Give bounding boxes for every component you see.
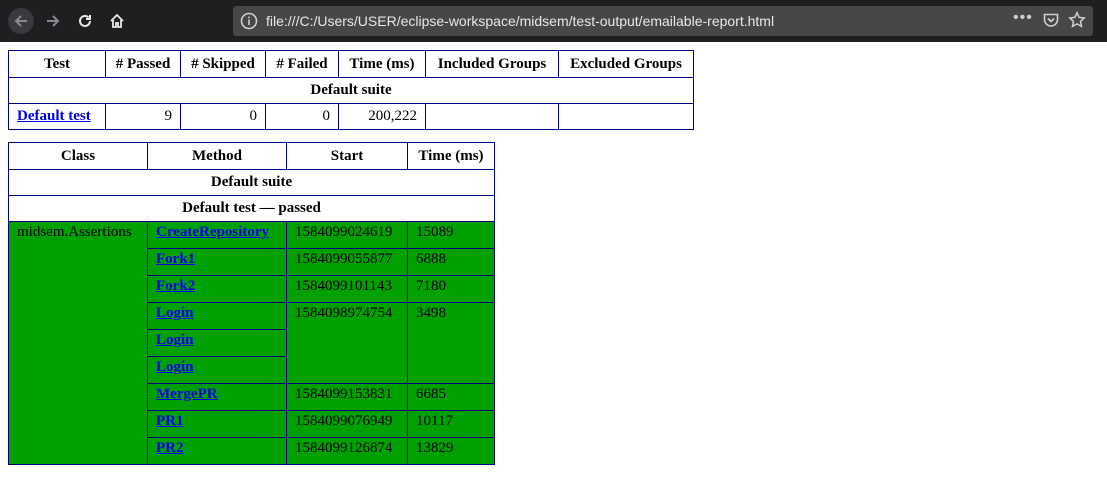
reload-button[interactable] <box>72 8 98 34</box>
excluded-groups <box>558 103 694 130</box>
info-icon <box>240 12 258 30</box>
start-time: 1584099055877 <box>286 248 408 276</box>
summary-row: Default test 9 0 0 200,222 <box>8 103 694 130</box>
method-cell: Login <box>147 329 287 357</box>
header-method: Method <box>147 142 287 170</box>
url-text[interactable]: file:///C:/Users/USER/eclipse-workspace/… <box>266 13 774 29</box>
start-time: 1584099126874 <box>286 437 408 465</box>
total-time: 200,222 <box>338 103 426 130</box>
star-icon <box>1068 11 1086 28</box>
pocket-button[interactable] <box>1042 11 1060 34</box>
header-test: Test <box>8 50 106 78</box>
skipped-count: 0 <box>180 103 266 130</box>
method-cell: CreateRepository <box>147 221 287 249</box>
method-cell: PR1 <box>147 410 287 438</box>
home-icon <box>110 13 124 28</box>
header-included-groups: Included Groups <box>425 50 559 78</box>
suite-row: Default suite <box>8 77 694 104</box>
report-page: Test # Passed # Skipped # Failed Time (m… <box>0 42 1107 480</box>
url-bar[interactable]: file:///C:/Users/USER/eclipse-workspace/… <box>233 6 1093 36</box>
forward-icon <box>47 15 60 27</box>
method-link[interactable]: CreateRepository <box>156 224 269 240</box>
class-name: midsem.Assertions <box>8 221 148 465</box>
start-time: 1584099076949 <box>286 410 408 438</box>
header-skipped: # Skipped <box>180 50 266 78</box>
more-icon[interactable]: ••• <box>1013 9 1033 27</box>
bookmark-button[interactable] <box>1068 11 1086 34</box>
method-link[interactable]: PR1 <box>156 413 184 429</box>
method-time: 6888 <box>407 248 495 276</box>
summary-table: Test # Passed # Skipped # Failed Time (m… <box>8 50 694 130</box>
method-cell: Login <box>147 302 287 330</box>
test-cell: Default test <box>8 103 106 130</box>
method-link[interactable]: Fork2 <box>156 278 195 294</box>
method-link[interactable]: PR2 <box>156 440 184 456</box>
test-status-row: Default test — passed <box>8 195 495 222</box>
method-cell: Fork1 <box>147 248 287 276</box>
test-link[interactable]: Default test <box>17 108 91 124</box>
suite-name: Default suite <box>8 77 694 104</box>
methods-suite-row: Default suite <box>8 169 495 196</box>
included-groups <box>425 103 559 130</box>
method-link[interactable]: Fork1 <box>156 251 195 267</box>
home-button[interactable] <box>104 8 130 34</box>
back-button[interactable] <box>8 8 34 34</box>
method-cell: Login <box>147 356 287 384</box>
passed-count: 9 <box>105 103 181 130</box>
header-passed: # Passed <box>105 50 181 78</box>
methods-header-row: Class Method Start Time (ms) <box>8 142 495 170</box>
header-failed: # Failed <box>265 50 339 78</box>
summary-header-row: Test # Passed # Skipped # Failed Time (m… <box>8 50 694 78</box>
test-status: Default test — passed <box>8 195 495 222</box>
browser-toolbar: file:///C:/Users/USER/eclipse-workspace/… <box>0 0 1107 42</box>
method-link[interactable]: Login <box>156 305 194 321</box>
method-time: 15089 <box>407 221 495 249</box>
methods-table: Class Method Start Time (ms) Default sui… <box>8 142 495 465</box>
method-link[interactable]: Login <box>156 332 194 348</box>
start-time: 1584099153831 <box>286 383 408 411</box>
pocket-icon <box>1043 13 1059 27</box>
header-class: Class <box>8 142 148 170</box>
table-row: midsem.Assertions CreateRepository 15840… <box>8 221 495 465</box>
method-time: 10117 <box>407 410 495 438</box>
start-time: 1584099101143 <box>286 275 408 303</box>
method-time: 13829 <box>407 437 495 465</box>
header-time: Time (ms) <box>338 50 426 78</box>
failed-count: 0 <box>265 103 339 130</box>
header-start: Start <box>286 142 408 170</box>
header-excluded-groups: Excluded Groups <box>558 50 694 78</box>
methods-suite-name: Default suite <box>8 169 495 196</box>
method-time: 3498 <box>407 302 495 384</box>
forward-button[interactable] <box>40 8 66 34</box>
start-time: 1584098974754 <box>286 302 408 384</box>
method-time: 6685 <box>407 383 495 411</box>
info-button[interactable] <box>239 11 259 36</box>
reload-icon <box>79 14 91 27</box>
method-link[interactable]: MergePR <box>156 386 218 402</box>
method-link[interactable]: Login <box>156 359 194 375</box>
header-method-time: Time (ms) <box>407 142 495 170</box>
method-time: 7180 <box>407 275 495 303</box>
start-time: 1584099024619 <box>286 221 408 249</box>
method-cell: Fork2 <box>147 275 287 303</box>
method-cell: MergePR <box>147 383 287 411</box>
back-icon <box>14 15 27 27</box>
method-cell: PR2 <box>147 437 287 465</box>
